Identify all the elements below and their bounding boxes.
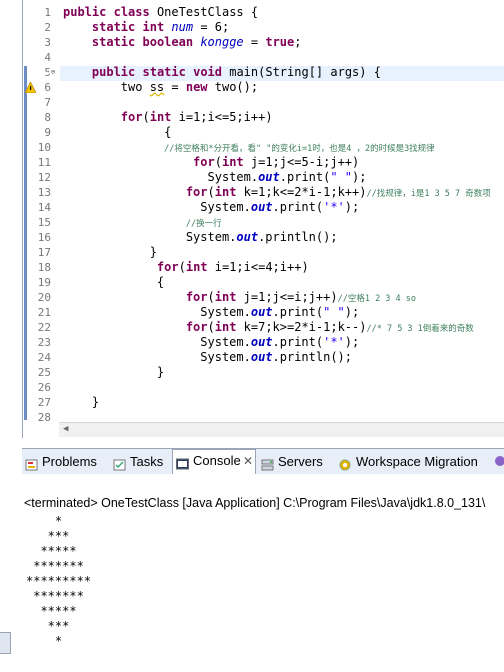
code-line[interactable]: System.out.print(" "); <box>63 305 359 320</box>
code-line[interactable]: System.out.print(" "); <box>63 170 366 185</box>
left-panel-minimized[interactable] <box>0 632 11 654</box>
console-view[interactable]: <terminated> OneTestClass [Java Applicat… <box>22 474 504 672</box>
console-output-line: *** <box>26 529 70 543</box>
console-output-line: ***** <box>26 544 77 558</box>
line-number: 16 <box>37 231 51 244</box>
tab-console[interactable]: Console ✕ <box>172 449 256 475</box>
tab-workspace-migration[interactable]: Workspace Migration <box>336 451 478 473</box>
tasks-icon <box>113 456 126 471</box>
code-line[interactable]: System.out.print('*'); <box>63 200 359 215</box>
line-number: 15 <box>37 216 51 229</box>
console-output-line: ******* <box>26 589 84 603</box>
line-number: 21 <box>37 306 51 319</box>
code-line[interactable]: public class OneTestClass { <box>63 5 258 20</box>
code-line[interactable]: static boolean kongge = true; <box>63 35 302 50</box>
code-line[interactable]: static int num = 6; <box>63 20 229 35</box>
console-output-line: ***** <box>26 604 77 618</box>
code-line[interactable]: { <box>63 275 164 290</box>
code-line[interactable]: } <box>63 365 164 380</box>
line-number: 3 <box>44 36 51 49</box>
line-number: 14 <box>37 201 51 214</box>
tab-problems[interactable]: Problems <box>22 451 97 473</box>
line-number: 18 <box>37 261 51 274</box>
line-number: 8 <box>44 111 51 124</box>
code-line[interactable]: } <box>63 395 99 410</box>
line-number: 4 <box>44 51 51 64</box>
line-number: 10 <box>37 141 51 154</box>
line-number: 13 <box>37 186 51 199</box>
line-number: 2 <box>44 21 51 34</box>
line-number: 19 <box>37 276 51 289</box>
line-number: 26 <box>37 381 51 394</box>
code-line[interactable]: System.out.println(); <box>63 230 338 245</box>
overflow-tab-icon[interactable] <box>494 454 504 468</box>
line-number: 7 <box>44 96 51 109</box>
console-output-line: * <box>26 634 63 648</box>
problems-icon <box>25 456 38 471</box>
line-number: 17 <box>37 246 51 259</box>
close-icon[interactable]: ✕ <box>243 450 253 472</box>
tab-servers[interactable]: Servers <box>258 451 323 473</box>
left-panel-strip <box>0 0 21 672</box>
servers-icon <box>261 456 274 471</box>
console-output-line: *** <box>26 619 70 633</box>
line-number: 22 <box>37 321 51 334</box>
tab-label: Workspace Migration <box>356 454 478 469</box>
code-editor[interactable]: 1 public class OneTestClass { 2 static int… <box>22 0 504 438</box>
line-number: 25 <box>37 366 51 379</box>
line-number: 11 <box>37 156 51 169</box>
line-number: 20 <box>37 291 51 304</box>
change-ruler-bar <box>24 66 27 420</box>
tab-label: Problems <box>42 454 97 469</box>
line-number: 12 <box>37 171 51 184</box>
tab-tasks[interactable]: Tasks <box>110 451 163 473</box>
line-number: 23 <box>37 336 51 349</box>
code-line[interactable]: for(int j=1;j<=5-i;j++) <box>63 155 359 170</box>
bottom-panel-tabbar: Problems Tasks Console ✕ Servers Workspace Mi… <box>22 448 504 476</box>
warning-icon[interactable] <box>24 81 37 94</box>
scroll-left-arrow-icon[interactable]: ◀ <box>63 424 68 434</box>
line-number: 27 <box>37 396 51 409</box>
code-line[interactable]: System.out.print('*'); <box>63 335 359 350</box>
horizontal-scrollbar[interactable]: ◀ <box>59 422 504 437</box>
console-output-line: ********* <box>26 574 92 588</box>
tab-label: Tasks <box>130 454 164 469</box>
console-terminated-label: <terminated> OneTestClass [Java Applicat… <box>24 496 486 510</box>
console-output: * *** ***** ******* ********* ******* ***… <box>26 514 91 649</box>
code-line[interactable]: { <box>63 125 171 140</box>
console-icon <box>176 455 189 470</box>
console-output-line: * <box>26 514 63 528</box>
line-number: 24 <box>37 351 51 364</box>
code-line[interactable]: two ss = new two(); <box>63 80 258 95</box>
code-line[interactable]: } <box>63 245 157 260</box>
code-line[interactable]: for(int i=1;i<=4;i++) <box>63 260 309 275</box>
line-number: 9 <box>44 126 51 139</box>
code-line[interactable]: for(int i=1;i<=5;i++) <box>63 110 273 125</box>
line-number: 28 <box>37 411 51 424</box>
line-number: 1 <box>44 6 51 19</box>
fold-toggle-icon[interactable]: ⊖ <box>49 68 57 76</box>
code-line[interactable]: public static void main(String[] args) { <box>63 65 381 80</box>
tab-label: Console <box>193 453 241 468</box>
tab-label: Servers <box>278 454 323 469</box>
console-output-line: ******* <box>26 559 84 573</box>
workspace-migration-icon <box>339 456 352 471</box>
code-line[interactable]: System.out.println(); <box>63 350 352 365</box>
